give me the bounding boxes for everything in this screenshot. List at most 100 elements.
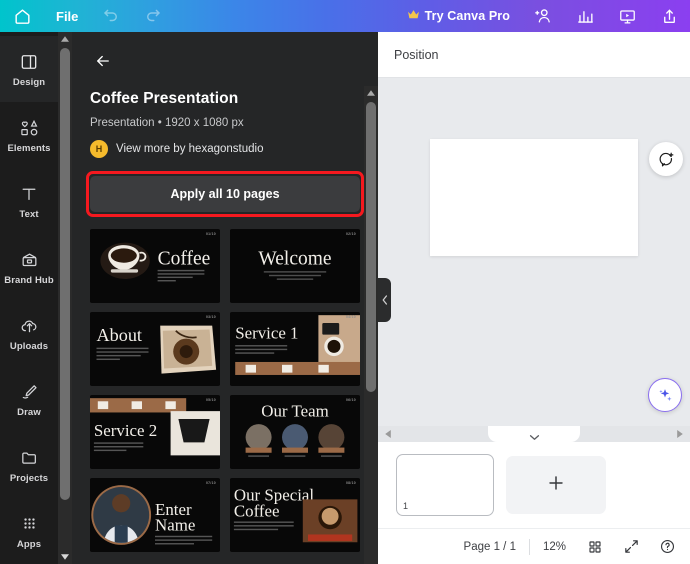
status-divider: [528, 538, 530, 555]
template-thumbnail[interactable]: Service 2 05/10: [90, 394, 220, 469]
add-page-button[interactable]: [506, 456, 606, 514]
magic-sparkle-icon[interactable]: [648, 378, 682, 412]
top-toolbar: File Try Canva Pro: [0, 0, 690, 32]
elements-icon: [19, 117, 40, 139]
brand-hub-icon: [19, 249, 40, 271]
thumbnail-badge: 07/10: [206, 480, 216, 485]
fullscreen-icon[interactable]: [616, 532, 646, 562]
position-toolbar: Position: [378, 32, 690, 78]
editor-area: Position 1 Page 1 / 1 12%: [378, 32, 690, 564]
scroll-down-arrow-icon[interactable]: [58, 550, 72, 564]
bar-chart-icon[interactable]: [564, 0, 606, 32]
apps-icon: [20, 513, 39, 535]
canva-editor-window: File Try Canva Pro Design Elements Text …: [0, 0, 690, 564]
template-thumbnail-grid: Coffee 01/10 Welcome 02/10 About 03/10 S…: [90, 229, 360, 552]
svg-text:Name: Name: [155, 515, 195, 534]
thumbnail-badge: 01/10: [206, 232, 216, 236]
template-panel-scrollbar-thumb[interactable]: [366, 102, 376, 392]
svg-text:Service 2: Service 2: [94, 421, 157, 440]
present-icon[interactable]: [606, 0, 648, 32]
help-icon[interactable]: [652, 532, 682, 562]
template-thumbnail[interactable]: About 03/10: [90, 311, 220, 386]
zoom-level[interactable]: 12%: [543, 541, 566, 553]
sidebar-label-draw: Draw: [17, 406, 41, 418]
thumbnail-badge: 05/10: [206, 397, 216, 402]
pages-panel-toggle[interactable]: [488, 426, 580, 442]
text-icon: [19, 183, 39, 205]
position-button[interactable]: Position: [394, 48, 438, 62]
pages-strip: 1: [378, 442, 690, 528]
sidebar-label-elements: Elements: [7, 142, 51, 154]
horizontal-scrollbar[interactable]: [378, 426, 690, 442]
sidebar-scrollbar[interactable]: [58, 32, 72, 564]
thumbnail-badge: 04/10: [346, 314, 356, 319]
apply-all-pages-button[interactable]: Apply all 10 pages: [90, 176, 360, 212]
sidebar-item-elements[interactable]: Elements: [0, 102, 58, 168]
template-thumbnail[interactable]: Enter Name 07/10: [90, 477, 220, 552]
sidebar-scrollbar-thumb[interactable]: [60, 48, 70, 500]
template-detail-panel: Coffee Presentation Presentation • 1920 …: [72, 32, 378, 564]
sidebar-item-projects[interactable]: Projects: [0, 432, 58, 498]
sidebar-label-text: Text: [19, 208, 39, 220]
thumbnail-badge: 03/10: [206, 314, 216, 319]
template-thumbnail[interactable]: Service 1 04/10: [230, 311, 360, 386]
upload-icon[interactable]: [648, 0, 690, 32]
uploads-icon: [19, 315, 40, 337]
template-info: Coffee Presentation Presentation • 1920 …: [72, 76, 378, 552]
scroll-up-arrow-icon[interactable]: [58, 32, 72, 46]
design-icon: [19, 51, 39, 73]
chevron-down-icon: [529, 428, 540, 446]
svg-text:Welcome: Welcome: [258, 249, 331, 270]
sidebar-item-apps[interactable]: Apps: [0, 498, 58, 564]
page-indicator: Page 1 / 1: [463, 540, 516, 553]
sidebar-item-draw[interactable]: Draw: [0, 366, 58, 432]
template-thumbnail[interactable]: Coffee 01/10: [90, 229, 220, 303]
scroll-right-arrow-icon[interactable]: [674, 428, 686, 440]
template-thumbnail[interactable]: Our Team 06/10: [230, 394, 360, 469]
svg-text:Coffee: Coffee: [158, 249, 211, 270]
thumbnail-badge: 02/10: [346, 232, 356, 236]
sidebar-item-brand-hub[interactable]: Brand Hub: [0, 234, 58, 300]
collapse-panel-handle[interactable]: [378, 278, 391, 322]
panel-scroll-up-arrow-icon[interactable]: [364, 86, 378, 100]
template-meta: Presentation • 1920 x 1080 px: [90, 117, 244, 129]
template-author-link[interactable]: H View more by hexagonstudio: [90, 140, 360, 158]
add-person-icon[interactable]: [522, 0, 564, 32]
template-panel-scrollbar[interactable]: [364, 86, 378, 564]
thumbnail-badge: 06/10: [346, 397, 356, 402]
file-menu-button[interactable]: File: [44, 0, 90, 32]
template-thumbnail[interactable]: Our Special Coffee 08/10: [230, 477, 360, 552]
page-thumbnail-1[interactable]: 1: [396, 454, 494, 516]
sidebar-item-uploads[interactable]: Uploads: [0, 300, 58, 366]
sidebar-item-text[interactable]: Text: [0, 168, 58, 234]
sidebar-label-apps: Apps: [16, 538, 42, 550]
back-arrow-icon[interactable]: [88, 46, 118, 76]
redo-icon[interactable]: [132, 0, 174, 32]
draw-icon: [19, 381, 40, 403]
svg-text:Service 1: Service 1: [235, 324, 298, 343]
canvas-area[interactable]: [378, 78, 690, 426]
sidebar-label-uploads: Uploads: [9, 340, 49, 352]
projects-icon: [19, 447, 40, 469]
plus-icon: [545, 472, 567, 499]
sidebar-label-projects: Projects: [9, 472, 49, 484]
template-title: Coffee Presentation: [90, 90, 239, 107]
undo-icon[interactable]: [90, 0, 132, 32]
crown-icon: [407, 7, 420, 25]
try-canva-pro-label: Try Canva Pro: [424, 9, 510, 23]
try-canva-pro-button[interactable]: Try Canva Pro: [395, 0, 522, 32]
svg-text:Coffee: Coffee: [234, 501, 280, 520]
svg-text:Our Team: Our Team: [261, 401, 328, 420]
home-icon[interactable]: [0, 0, 44, 32]
sidebar-label-design: Design: [12, 76, 46, 88]
scroll-left-arrow-icon[interactable]: [382, 428, 394, 440]
avatar: H: [90, 140, 108, 158]
design-page-canvas[interactable]: [430, 139, 638, 256]
sidebar-label-brand-hub: Brand Hub: [4, 274, 54, 286]
author-label: View more by hexagonstudio: [116, 143, 264, 155]
add-comment-icon[interactable]: [649, 142, 683, 176]
sidebar-item-design[interactable]: Design: [0, 36, 58, 102]
grid-view-icon[interactable]: [580, 532, 610, 562]
status-bar: Page 1 / 1 12%: [378, 528, 690, 564]
template-thumbnail[interactable]: Welcome 02/10: [230, 229, 360, 303]
